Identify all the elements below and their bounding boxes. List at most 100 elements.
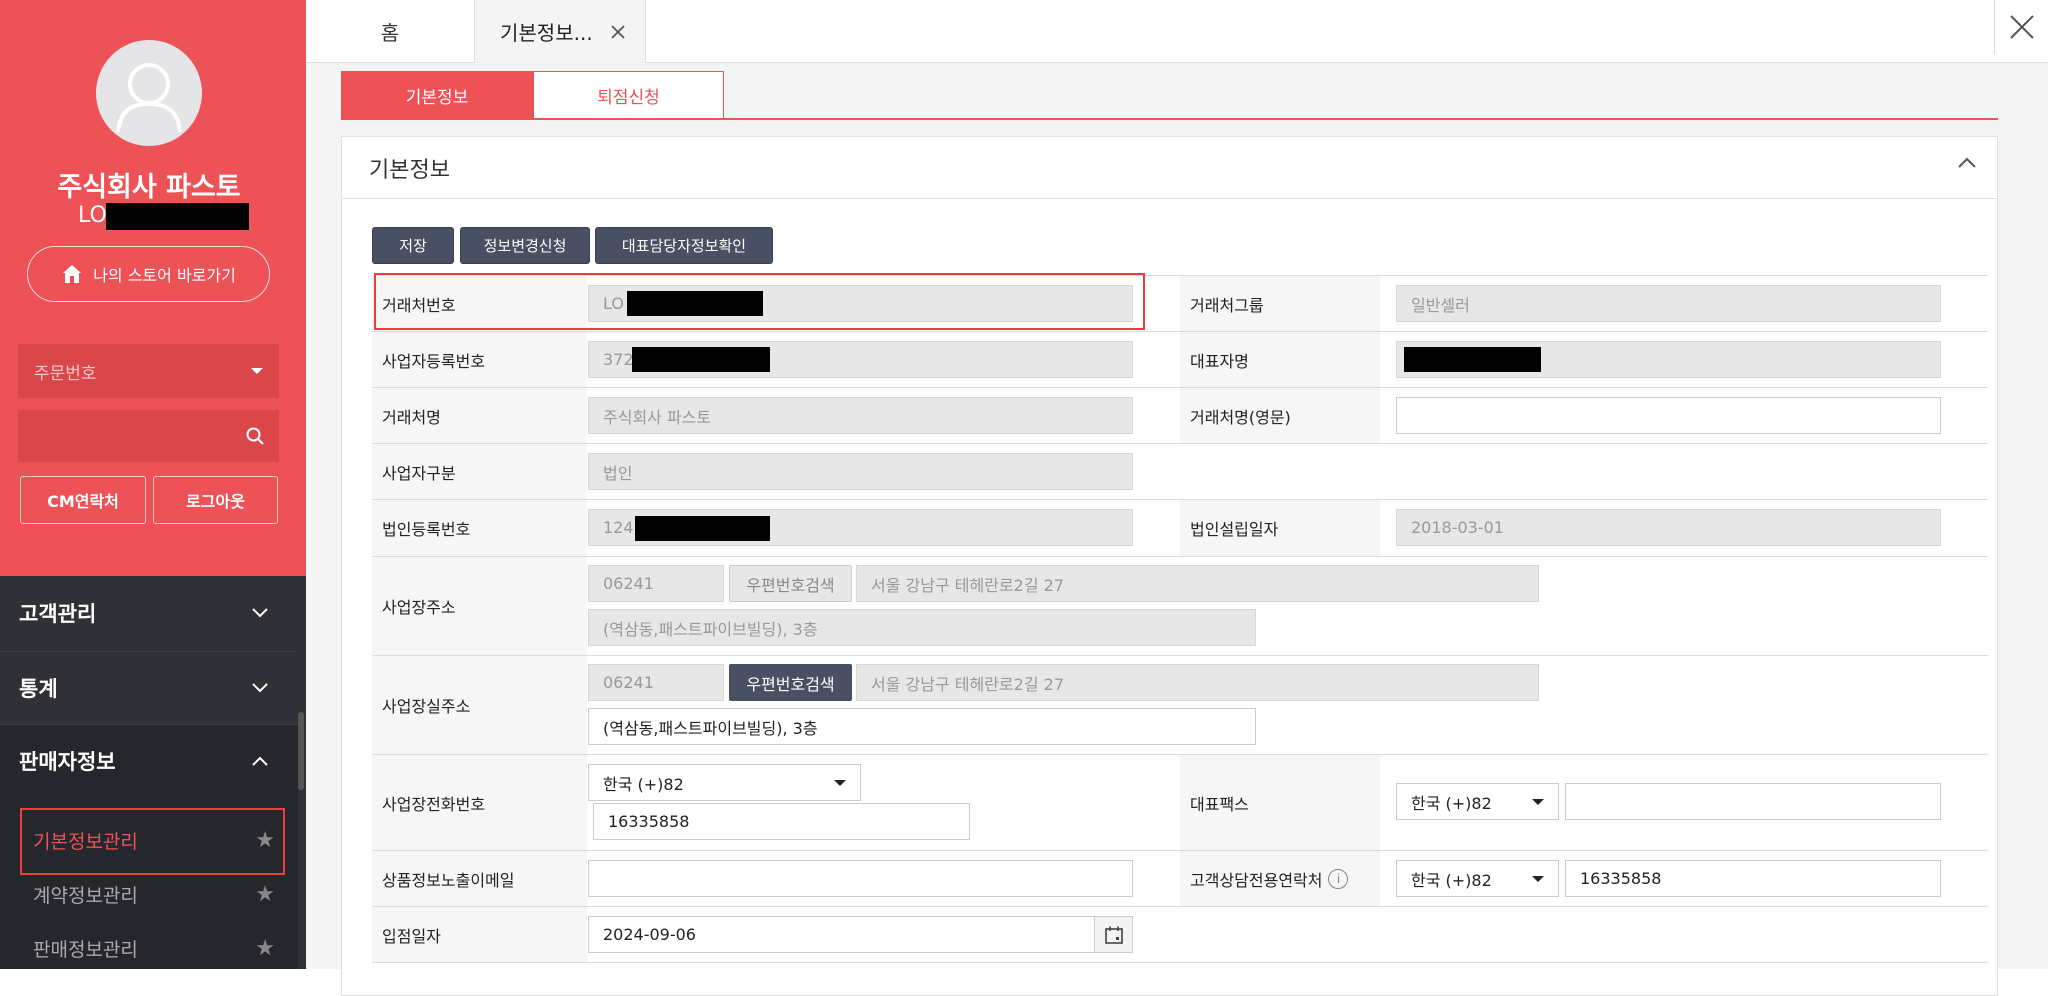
partner-group-field: 일반셀러	[1396, 285, 1941, 322]
redaction-bar	[1404, 347, 1541, 372]
address-line1-field: 서울 강남구 테헤란로2길 27	[856, 664, 1539, 701]
sidebar-scrollbar[interactable]	[298, 712, 304, 790]
zip-search-button[interactable]: 우편번호검색	[729, 664, 852, 701]
zip-field: 06241	[588, 565, 724, 602]
chevron-up-icon[interactable]	[1957, 157, 1977, 169]
redaction-bar	[632, 347, 770, 372]
partner-name-field: 주식회사 파스토	[588, 397, 1133, 434]
caret-down-icon	[1532, 875, 1544, 882]
close-icon	[2009, 15, 2034, 39]
tab-basic-info[interactable]: 기본정보...	[474, 0, 646, 63]
subtab-basic-info[interactable]: 기본정보	[341, 71, 533, 119]
highlight-box	[374, 273, 1145, 330]
panel-header[interactable]: 기본정보	[342, 137, 1997, 199]
sub-item-label: 판매정보관리	[33, 938, 138, 961]
biz-phone-input[interactable]: 16335858	[593, 803, 970, 840]
tab-label: 기본정보...	[500, 21, 593, 45]
field-label: 법인등록번호	[372, 500, 587, 556]
field-label: 법인설립일자	[1180, 500, 1380, 556]
field-label: 입점일자	[372, 907, 587, 962]
entry-date-input[interactable]: 2024-09-06	[588, 916, 1095, 953]
redaction-bar	[106, 203, 249, 230]
corp-est-date-field: 2018-03-01	[1396, 509, 1941, 546]
chevron-up-icon	[252, 756, 268, 766]
subtab-withdrawal[interactable]: 퇴점신청	[533, 71, 724, 119]
sub-item-label: 계약정보관리	[33, 884, 138, 907]
chevron-down-icon	[251, 368, 263, 374]
biz-type-field: 법인	[588, 453, 1133, 490]
info-icon[interactable]: i	[1328, 868, 1349, 889]
zip-search-button: 우편번호검색	[729, 565, 852, 602]
field-label: 대표자명	[1180, 332, 1380, 387]
field-label: 상품정보노출이메일	[372, 851, 587, 906]
home-icon	[63, 265, 82, 283]
form-row: 거래처명 주식회사 파스토 거래처명(영문)	[372, 388, 1988, 444]
chevron-down-icon	[252, 608, 268, 618]
field-label: 고객상담전용연락처 i	[1180, 851, 1380, 906]
user-id-prefix: LO	[78, 203, 107, 228]
nav-label: 고객관리	[19, 602, 97, 626]
form-row: 입점일자 2024-09-06	[372, 907, 1988, 963]
address-line2-input[interactable]: (역삼동,패스트파이브빌딩), 3층	[588, 708, 1256, 745]
tab-home[interactable]: 홈	[306, 0, 474, 63]
basic-info-panel: 기본정보 저장 정보변경신청 대표담당자정보확인 거래처번호 LO 거래처그룹 …	[341, 136, 1998, 996]
avatar	[96, 40, 202, 146]
partner-name-en-input[interactable]	[1396, 397, 1941, 434]
order-type-select[interactable]: 주문번호	[18, 344, 279, 398]
form-row: 사업자등록번호 372 대표자명	[372, 332, 1988, 388]
biz-phone-country-select[interactable]: 한국 (+)82	[588, 764, 861, 801]
caret-down-icon	[1532, 798, 1544, 805]
form-row: 사업장전화번호 한국 (+)82 16335858 대표팩스 한국 (+)82	[372, 755, 1988, 851]
my-store-label: 나의 스토어 바로가기	[93, 266, 236, 285]
tab-bar: 홈 기본정보...	[306, 0, 2048, 63]
chevron-down-icon	[252, 682, 268, 692]
field-value: 124	[603, 518, 634, 537]
fax-input[interactable]	[1565, 783, 1941, 820]
rep-info-button[interactable]: 대표담당자정보확인	[595, 227, 773, 264]
order-type-value: 주문번호	[34, 363, 97, 384]
panel-title: 기본정보	[369, 157, 450, 183]
my-store-button[interactable]: 나의 스토어 바로가기	[27, 246, 270, 302]
change-request-button[interactable]: 정보변경신청	[460, 227, 590, 264]
calendar-icon	[1104, 926, 1123, 944]
address-line2-field: (역삼동,패스트파이브빌딩), 3층	[588, 609, 1256, 646]
form-row: 법인등록번호 124 법인설립일자 2018-03-01	[372, 500, 1988, 557]
star-icon[interactable]: ★	[255, 882, 275, 907]
select-value: 한국 (+)82	[1411, 870, 1492, 890]
nav-label: 통계	[19, 676, 58, 701]
sidebar-item-sales-info[interactable]: 판매정보관리 ★	[20, 916, 285, 980]
info-form: 거래처번호 LO 거래처그룹 일반셀러 사업자등록번호 372 대표자명 거래처…	[372, 273, 1988, 963]
search-icon[interactable]	[245, 426, 265, 446]
company-name: 주식회사 파스토	[57, 172, 241, 203]
form-row: 사업장실주소 06241 우편번호검색 서울 강남구 테헤란로2길 27 (역삼…	[372, 656, 1988, 755]
user-id: LO	[78, 203, 107, 228]
form-row: 상품정보노출이메일 고객상담전용연락처 i 한국 (+)82 16335858	[372, 851, 1988, 907]
redaction-bar	[635, 516, 770, 541]
subtab-underline	[341, 118, 1998, 120]
fax-country-select[interactable]: 한국 (+)82	[1396, 783, 1559, 820]
tab-label: 홈	[380, 21, 400, 45]
field-label: 사업장실주소	[372, 656, 587, 754]
user-icon	[116, 63, 182, 133]
nav-seller-info[interactable]: 판매자정보	[0, 724, 298, 796]
field-label: 사업장주소	[372, 557, 587, 655]
logout-button[interactable]: 로그아웃	[153, 476, 278, 524]
close-window-button[interactable]	[1994, 0, 2048, 54]
field-label: 거래처그룹	[1180, 276, 1380, 331]
sidebar-profile-area: 주식회사 파스토 LO 나의 스토어 바로가기 주문번호 CM연락처 로그아웃	[0, 0, 306, 576]
zip-field: 06241	[588, 664, 724, 701]
save-button[interactable]: 저장	[372, 227, 454, 264]
product-email-input[interactable]	[588, 860, 1133, 897]
calendar-button[interactable]	[1094, 916, 1133, 953]
sidebar-search-input[interactable]	[18, 410, 279, 462]
cm-contact-button[interactable]: CM연락처	[20, 476, 146, 524]
caret-down-icon	[834, 779, 846, 786]
nav-customer-management[interactable]: 고객관리	[0, 577, 298, 649]
star-icon[interactable]: ★	[255, 936, 275, 961]
cs-phone-country-select[interactable]: 한국 (+)82	[1396, 860, 1559, 897]
field-label: 사업장전화번호	[372, 755, 587, 850]
cs-phone-input[interactable]: 16335858	[1565, 860, 1941, 897]
nav-statistics[interactable]: 통계	[0, 651, 298, 723]
field-label: 사업자구분	[372, 444, 587, 499]
close-icon[interactable]	[611, 24, 625, 39]
